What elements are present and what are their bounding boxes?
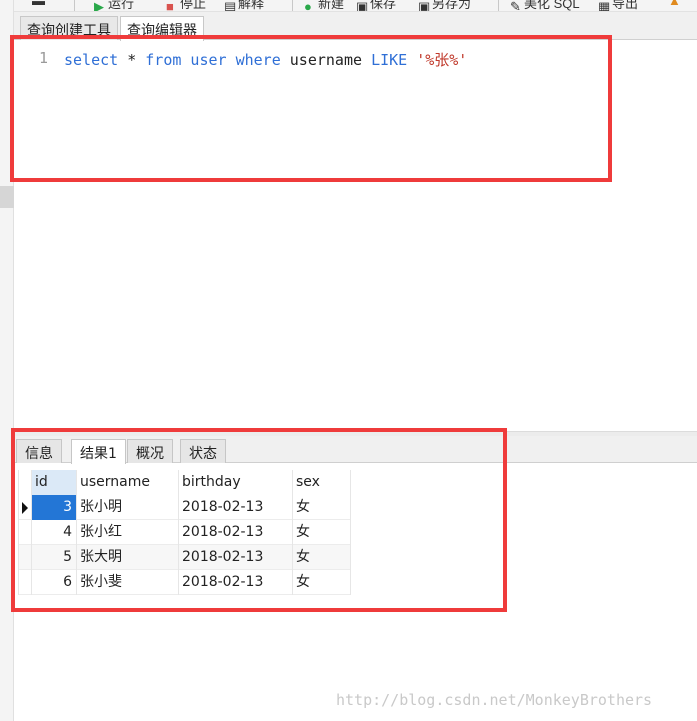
sql-editor[interactable]: 1 select * from user where username LIKE… (14, 41, 697, 431)
column-header-sex[interactable]: sex (293, 470, 351, 495)
sql-keyword: LIKE (371, 51, 408, 69)
cell-id[interactable]: 4 (32, 520, 77, 545)
magic-wand-icon: ✎ (510, 0, 521, 12)
cell-id[interactable]: 6 (32, 570, 77, 595)
sql-table-name: user (181, 51, 236, 69)
cell-username[interactable]: 张小红 (77, 520, 179, 545)
toolbar-separator (74, 0, 75, 11)
save-icon: ▣ (356, 0, 369, 12)
column-header-id[interactable]: id (32, 470, 77, 495)
line-number: 1 (38, 49, 48, 67)
play-icon: ▶ (94, 0, 104, 12)
stop-button[interactable]: ■ 停止 (166, 0, 207, 12)
sql-code-line[interactable]: select * from user where username LIKE '… (64, 49, 467, 70)
sql-keyword: from (145, 51, 182, 69)
watermark: http://blog.csdn.net/MonkeyBrothers (336, 691, 653, 709)
table-row[interactable]: 3 张小明 2018-02-13 女 (19, 495, 351, 520)
explain-label: 解释 (238, 0, 265, 11)
cell-birthday[interactable]: 2018-02-13 (179, 545, 293, 570)
sql-column-name: username (280, 51, 372, 69)
tab-profile[interactable]: 概况 (127, 439, 173, 463)
save-as-label: 另存为 (432, 0, 472, 11)
tab-status[interactable]: 状态 (180, 439, 226, 463)
sql-keyword: select (64, 51, 119, 69)
explain-icon: ▤ (224, 0, 237, 12)
row-indicator (19, 570, 32, 595)
left-panel-strip (0, 0, 14, 721)
sql-keyword: where (235, 51, 281, 69)
export-icon: ▦ (598, 0, 611, 12)
cell-sex[interactable]: 女 (293, 570, 351, 595)
cell-username[interactable]: 张大明 (77, 545, 179, 570)
cell-username[interactable]: 张小斐 (77, 570, 179, 595)
line-number-gutter: 1 (14, 41, 60, 431)
result-grid: id username birthday sex 3 张小明 2018-02-1… (18, 470, 351, 595)
result-tab-bar: 信息 结果1 概况 状态 (14, 436, 697, 464)
stop-label: 停止 (180, 0, 207, 11)
tab-query-editor[interactable]: 查询编辑器 (120, 16, 204, 41)
save-as-icon: ▣ (418, 0, 431, 12)
table-row[interactable]: 6 张小斐 2018-02-13 女 (19, 570, 351, 595)
cell-sex[interactable]: 女 (293, 495, 351, 520)
sql-string-literal: '%张%' (416, 51, 468, 69)
beautify-sql-label: 美化 SQL (524, 0, 580, 11)
row-pointer-icon (22, 502, 28, 514)
toolbar: ▬ ▶ 运行 ■ 停止 ▤ 解释 ● 新建 ▣ 保存 ▣ 另存为 ✎ 美化 SQL ▦ 导出 ▲ (14, 0, 697, 12)
stop-icon: ■ (166, 0, 174, 12)
table-row[interactable]: 4 张小红 2018-02-13 女 (19, 520, 351, 545)
cell-sex[interactable]: 女 (293, 520, 351, 545)
cell-id[interactable]: 5 (32, 545, 77, 570)
save-button[interactable]: ▣ 保存 (356, 0, 397, 12)
cell-birthday[interactable]: 2018-02-13 (179, 520, 293, 545)
cell-birthday[interactable]: 2018-02-13 (179, 495, 293, 520)
tab-result1[interactable]: 结果1 (71, 439, 126, 464)
export-label: 导出 (612, 0, 639, 11)
sql-token: * (118, 51, 146, 69)
add-icon: ● (304, 0, 312, 12)
explain-button[interactable]: ▤ 解释 (224, 0, 265, 12)
toolbar-separator (498, 0, 499, 11)
cell-sex[interactable]: 女 (293, 545, 351, 570)
beautify-sql-button[interactable]: ✎ 美化 SQL (510, 0, 580, 12)
tab-query-builder[interactable]: 查询创建工具 (20, 16, 118, 40)
row-indicator (19, 545, 32, 570)
save-as-button[interactable]: ▣ 另存为 (418, 0, 472, 12)
cell-id[interactable]: 3 (32, 495, 77, 520)
grid-header-row: id username birthday sex (19, 470, 351, 495)
run-button[interactable]: ▶ 运行 (94, 0, 135, 12)
cell-username[interactable]: 张小明 (77, 495, 179, 520)
column-header-username[interactable]: username (77, 470, 179, 495)
export-button[interactable]: ▦ 导出 (598, 0, 639, 12)
splitter-handle[interactable] (0, 186, 14, 208)
row-indicator (19, 520, 32, 545)
row-indicator-header (19, 470, 32, 495)
tab-info[interactable]: 信息 (16, 439, 62, 463)
query-tab-bar: 查询创建工具 查询编辑器 (14, 12, 697, 41)
cell-birthday[interactable]: 2018-02-13 (179, 570, 293, 595)
toolbar-separator (292, 0, 293, 11)
new-button[interactable]: ● 新建 (304, 0, 345, 12)
current-row-indicator (19, 495, 32, 520)
column-header-birthday[interactable]: birthday (179, 470, 293, 495)
run-label: 运行 (108, 0, 135, 11)
warning-icon[interactable]: ▲ (668, 0, 681, 8)
save-label: 保存 (370, 0, 397, 11)
table-row[interactable]: 5 张大明 2018-02-13 女 (19, 545, 351, 570)
menu-icon[interactable]: ▬ (32, 0, 45, 8)
new-label: 新建 (318, 0, 345, 11)
